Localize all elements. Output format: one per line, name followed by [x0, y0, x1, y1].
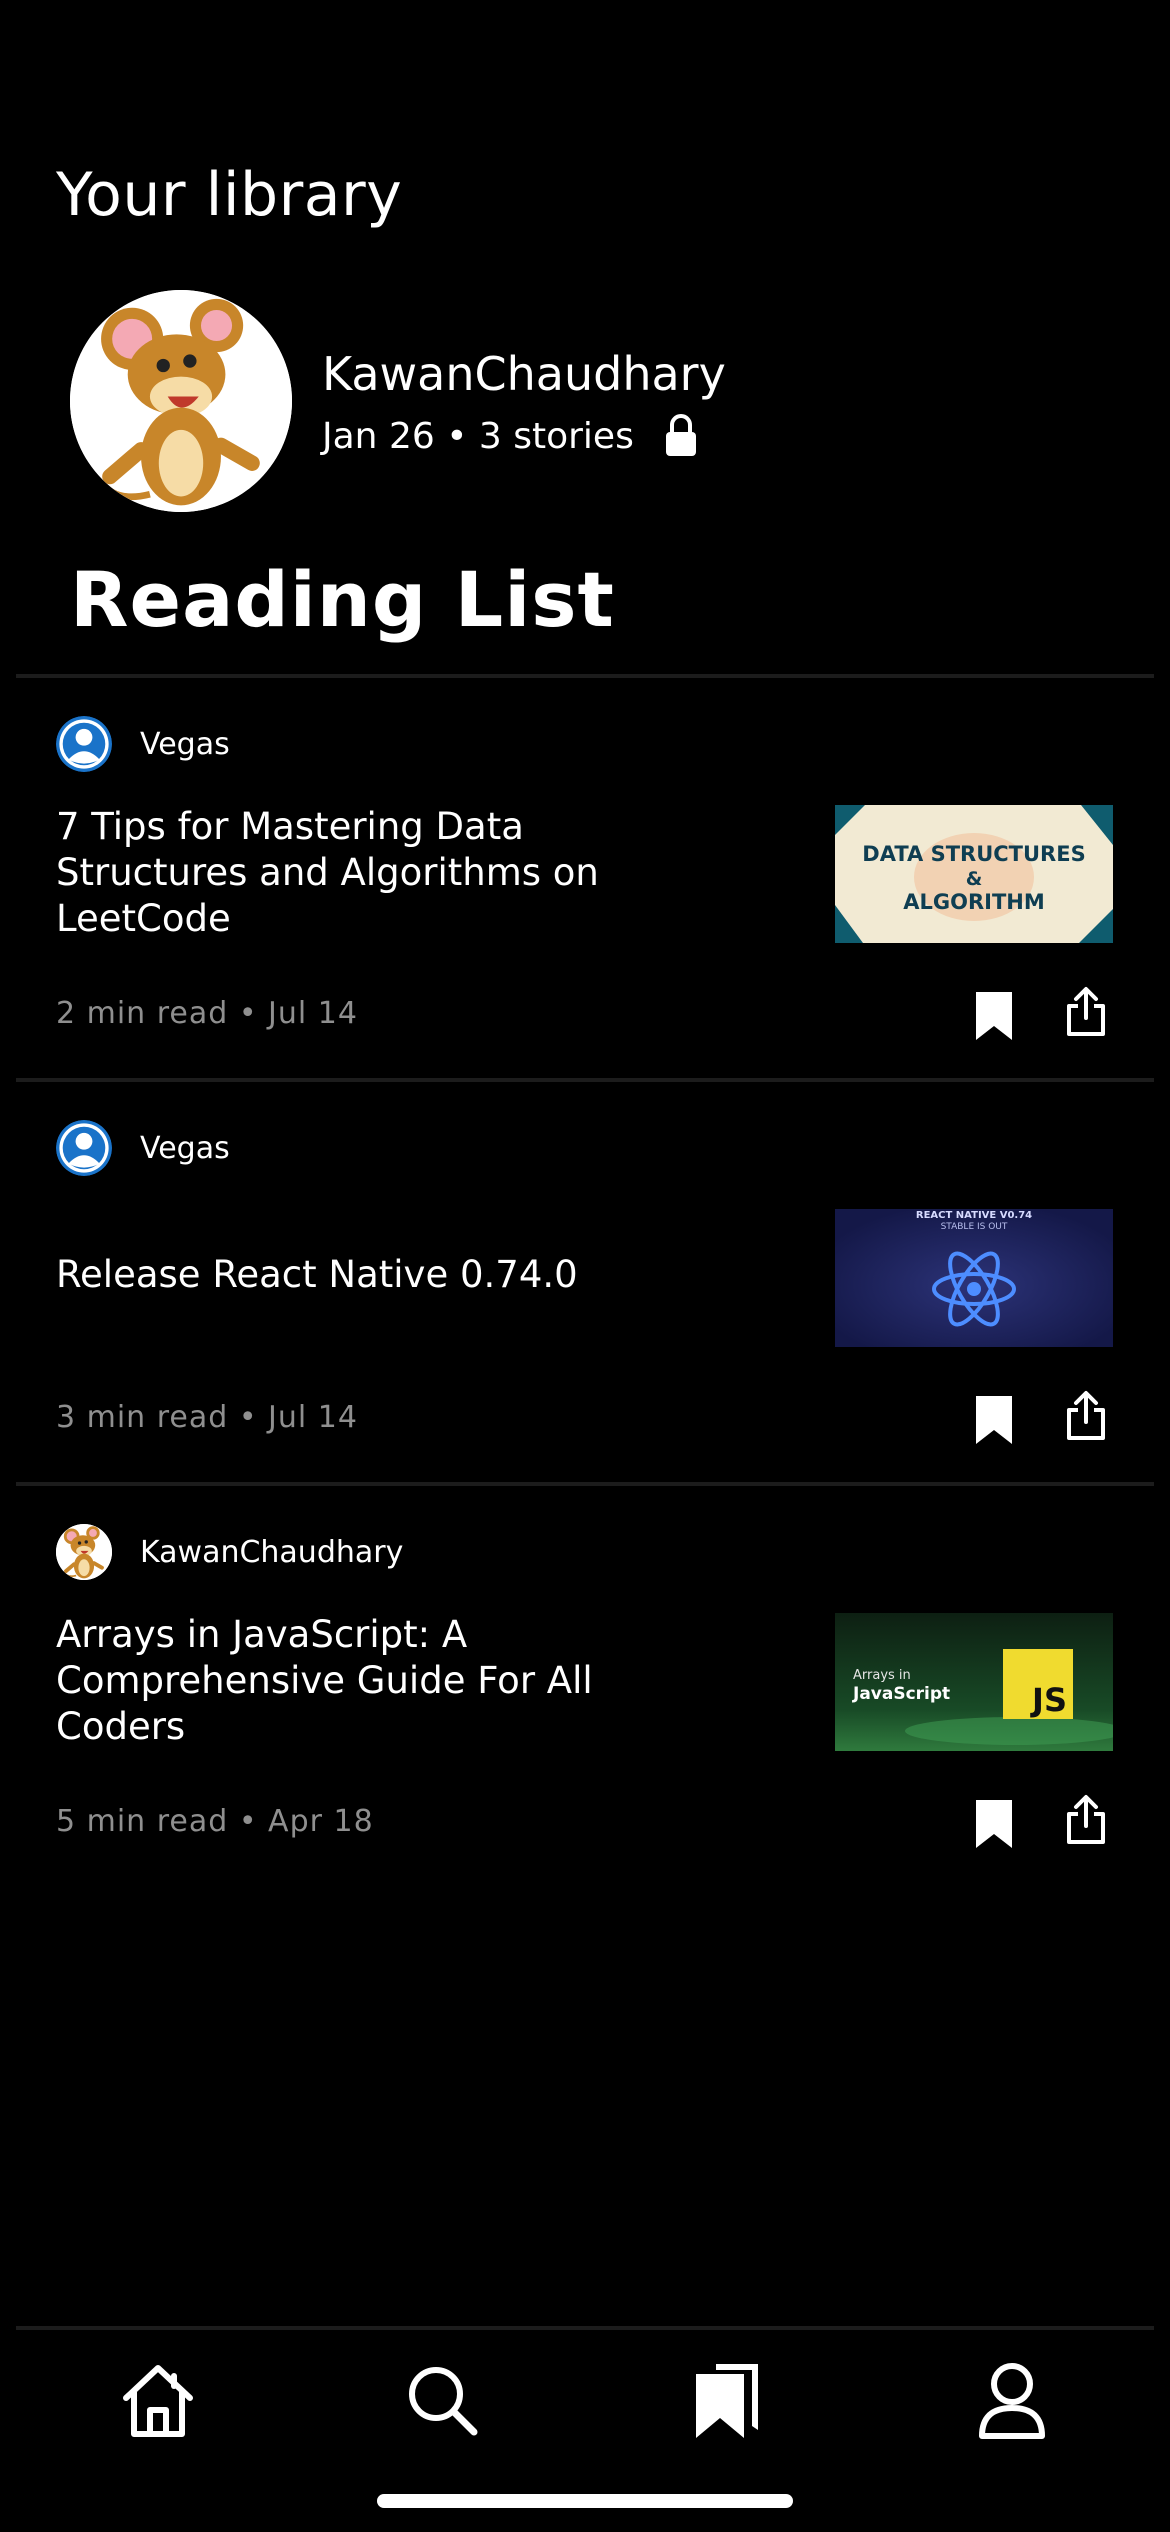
lock-icon	[665, 414, 696, 456]
jerry-mouse-avatar-icon	[70, 290, 292, 512]
author-name[interactable]: Vegas	[140, 1131, 230, 1166]
reading-list-title: Reading List	[70, 555, 615, 644]
profile-name: KawanChaudhary	[322, 347, 726, 401]
story-thumbnail[interactable]: Arrays in JavaScript JS	[835, 1613, 1113, 1751]
story-meta: 5 min read • Apr 18	[56, 1804, 374, 1839]
bookmark-icon[interactable]	[972, 1394, 1016, 1446]
thumb-line1: Arrays in	[853, 1668, 911, 1683]
default-user-icon	[56, 1120, 112, 1176]
data-structures-thumbnail: DATA STRUCTURES & ALGORITHM	[835, 805, 1113, 943]
author-avatar[interactable]	[56, 1524, 112, 1580]
thumb-line1: REACT NATIVE V0.74	[916, 1210, 1032, 1221]
story-meta: 2 min read • Jul 14	[56, 996, 358, 1031]
page-title: Your library	[56, 160, 403, 230]
story-card[interactable]: Vegas Release React Native 0.74.0 REACT …	[0, 1082, 1170, 1484]
bookmarks-icon[interactable]	[686, 2360, 766, 2440]
story-thumbnail[interactable]: REACT NATIVE V0.74 STABLE IS OUT	[835, 1209, 1113, 1347]
bookmark-icon[interactable]	[972, 1798, 1016, 1850]
author-avatar[interactable]	[56, 1120, 112, 1176]
story-title[interactable]: 7 Tips for Mastering Data Structures and…	[56, 804, 696, 942]
profile-avatar[interactable]	[70, 290, 292, 512]
story-title[interactable]: Release React Native 0.74.0	[56, 1252, 696, 1298]
share-icon[interactable]	[1064, 986, 1108, 1038]
bookmark-icon[interactable]	[972, 990, 1016, 1042]
react-native-thumbnail: REACT NATIVE V0.74 STABLE IS OUT	[835, 1209, 1113, 1347]
javascript-arrays-thumbnail: Arrays in JavaScript JS	[835, 1613, 1113, 1751]
thumb-line2: STABLE IS OUT	[941, 1222, 1008, 1232]
thumb-line2: &	[966, 868, 983, 890]
author-name[interactable]: Vegas	[140, 727, 230, 762]
jerry-mouse-avatar-icon	[56, 1524, 112, 1580]
home-indicator[interactable]	[377, 2494, 793, 2508]
share-icon[interactable]	[1064, 1794, 1108, 1846]
author-name[interactable]: KawanChaudhary	[140, 1535, 403, 1570]
story-card[interactable]: Vegas 7 Tips for Mastering Data Structur…	[0, 678, 1170, 1080]
profile-card[interactable]: KawanChaudhary Jan 26 • 3 stories	[70, 290, 726, 512]
thumb-line1: DATA STRUCTURES	[862, 842, 1085, 866]
story-title[interactable]: Arrays in JavaScript: A Comprehensive Gu…	[56, 1612, 696, 1750]
tabbar-divider	[16, 2326, 1154, 2330]
story-thumbnail[interactable]: DATA STRUCTURES & ALGORITHM	[835, 805, 1113, 943]
default-user-icon	[56, 716, 112, 772]
author-avatar[interactable]	[56, 716, 112, 772]
story-card[interactable]: KawanChaudhary Arrays in JavaScript: A C…	[0, 1486, 1170, 1888]
profile-icon[interactable]	[972, 2360, 1052, 2440]
thumb-line2: JavaScript	[852, 1684, 950, 1704]
story-meta: 3 min read • Jul 14	[56, 1400, 358, 1435]
search-icon[interactable]	[402, 2360, 482, 2440]
home-icon[interactable]	[118, 2360, 198, 2440]
share-icon[interactable]	[1064, 1390, 1108, 1442]
thumb-line3: ALGORITHM	[903, 890, 1045, 914]
profile-meta: Jan 26 • 3 stories	[322, 415, 634, 457]
js-badge: JS	[1030, 1681, 1067, 1719]
